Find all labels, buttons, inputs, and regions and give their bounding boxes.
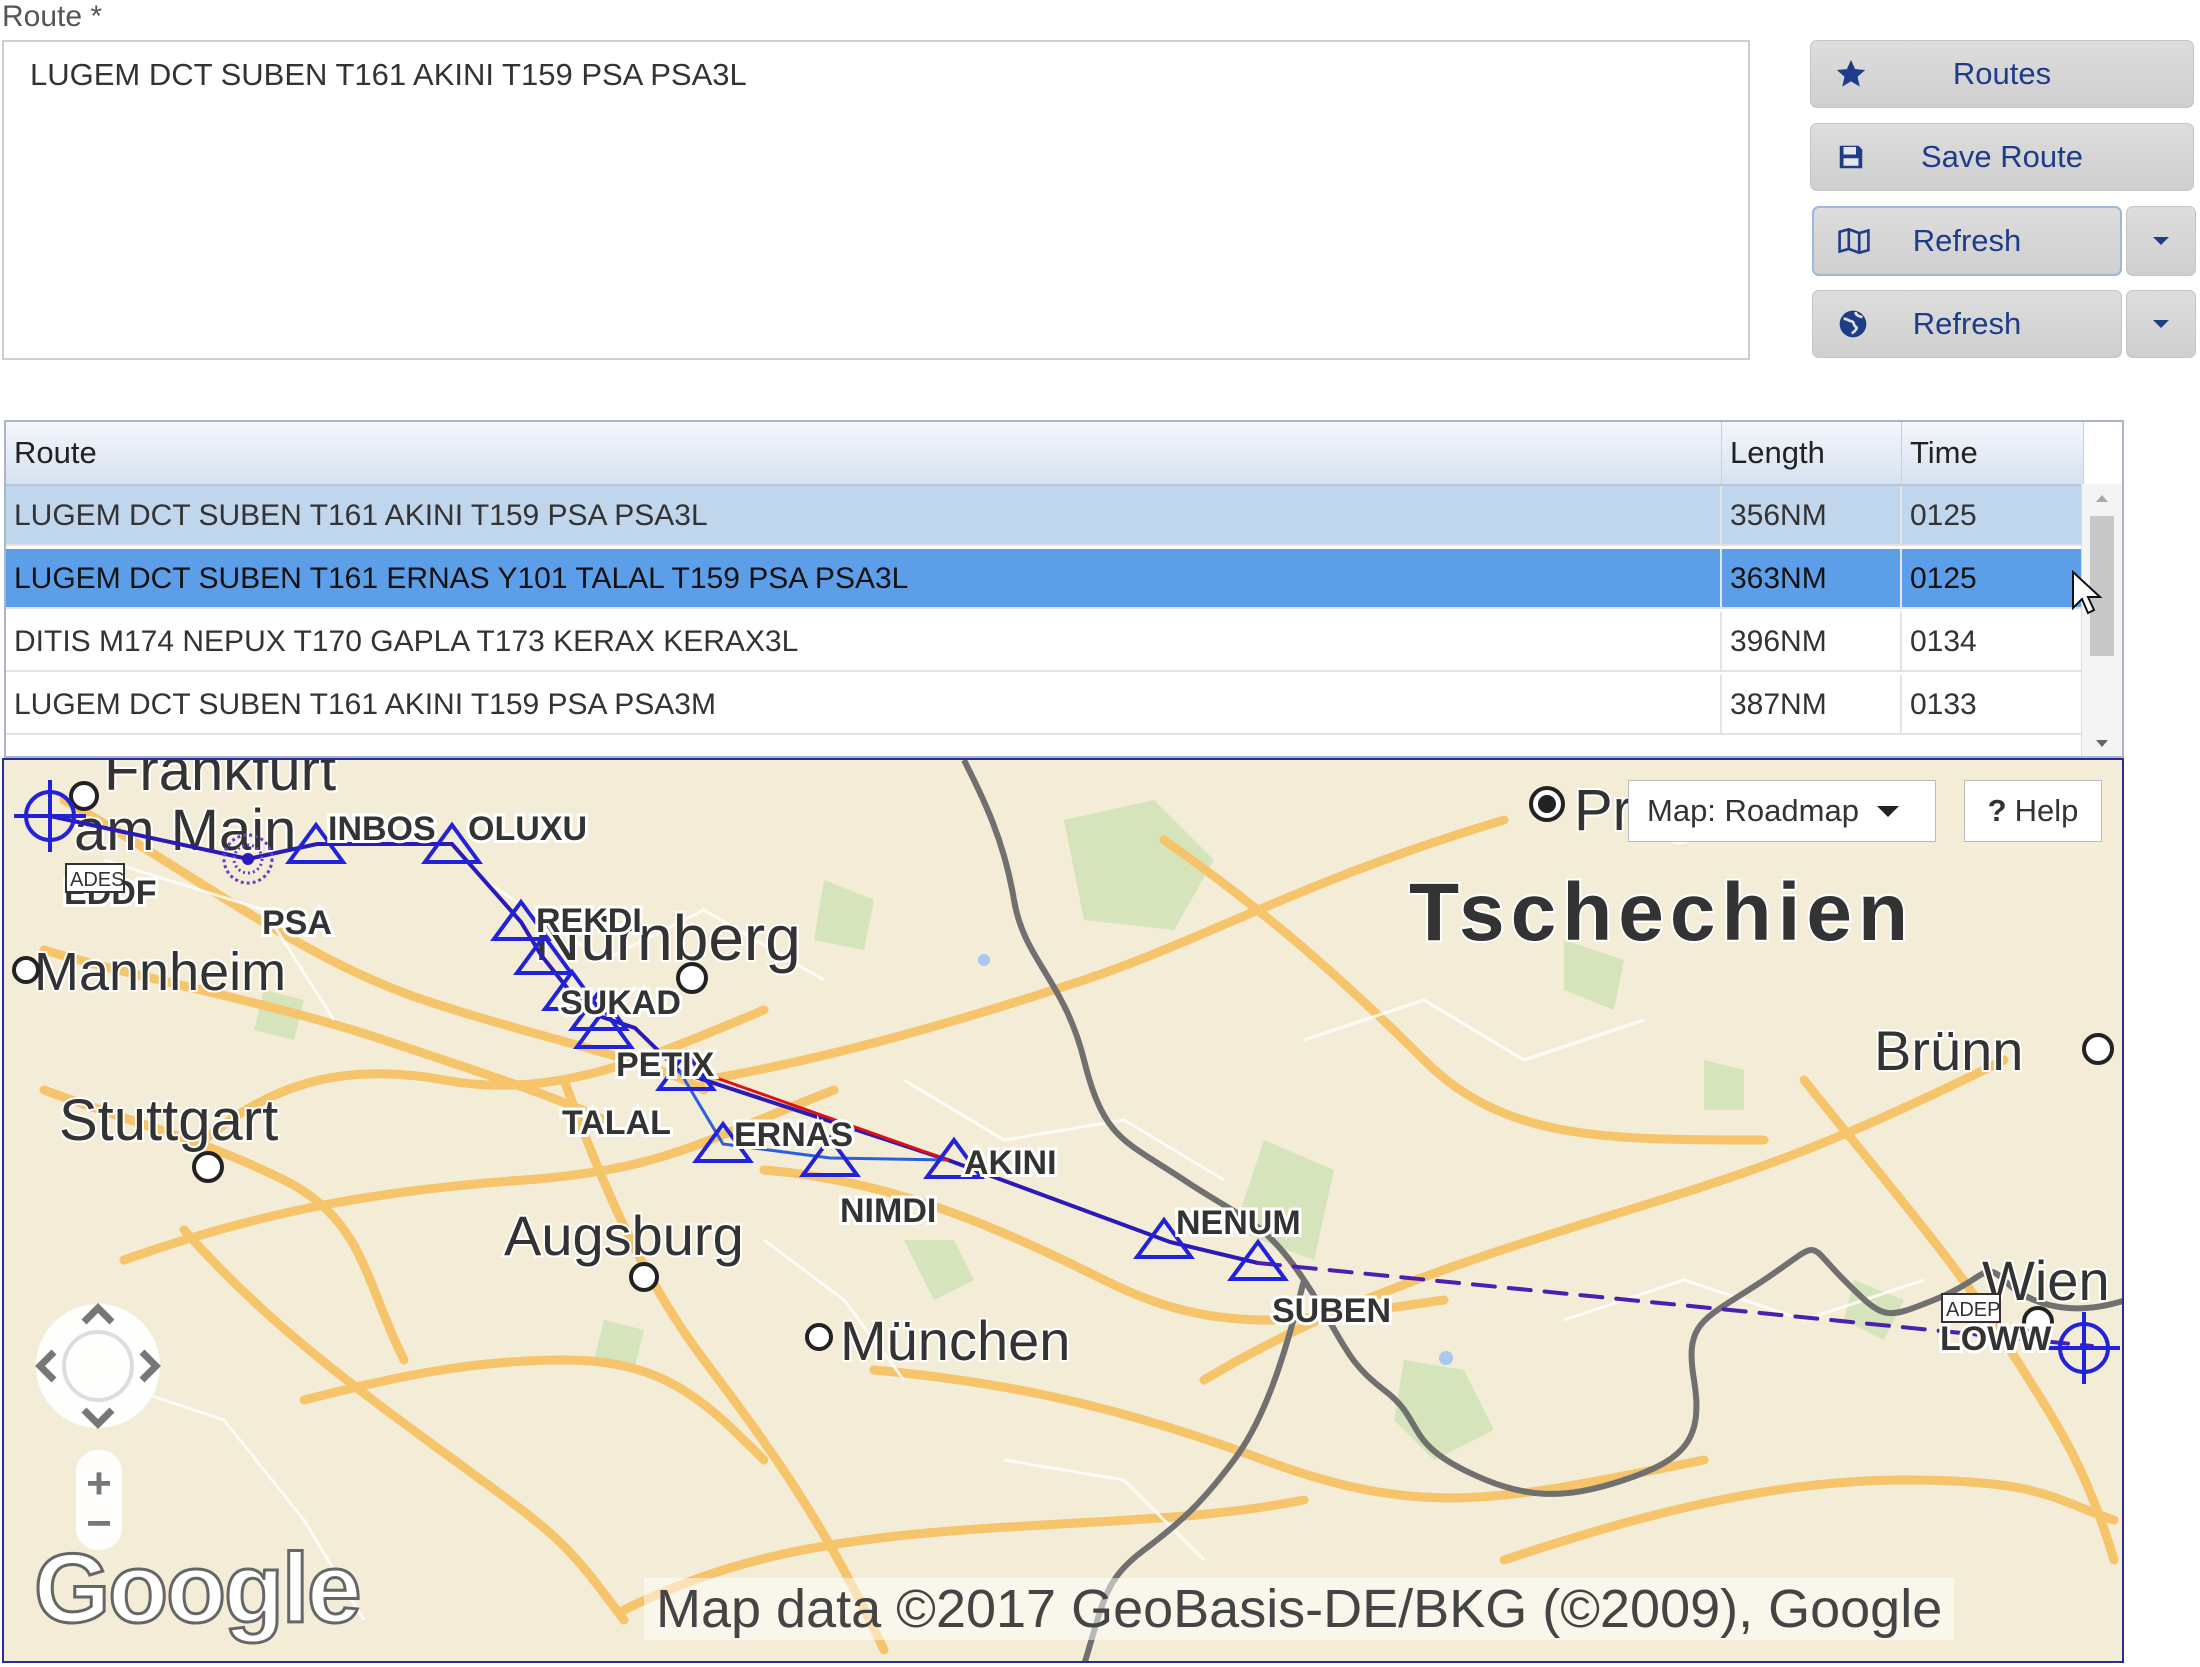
scroll-down-icon[interactable] — [2082, 734, 2122, 754]
grid-header: Route Length Time — [6, 422, 2084, 486]
time-cell: 0134 — [1902, 612, 2084, 670]
waypoint-label-nimdi: NIMDI — [840, 1192, 936, 1230]
help-button[interactable]: ? Help — [1964, 780, 2102, 842]
map-canvas[interactable]: Frankfurt am Main Mannheim Nürnberg Stut… — [4, 760, 2124, 1663]
waypoint-label-psa: PSA — [262, 904, 332, 942]
map-type-label: Map: Roadmap — [1647, 793, 1859, 828]
time-cell: 0125 — [1902, 486, 2084, 544]
route-cell: LUGEM DCT SUBEN T161 AKINI T159 PSA PSA3… — [6, 486, 1722, 544]
waypoint-label-loww: LOWW — [1940, 1320, 2052, 1358]
ades-badge: ADES — [65, 863, 125, 893]
help-icon: ? — [1987, 793, 2007, 828]
refresh-map-dropdown-button[interactable] — [2126, 206, 2196, 276]
waypoint-label-ernas: ERNAS — [734, 1116, 853, 1154]
column-header-length[interactable]: Length — [1722, 422, 1902, 484]
waypoint-label-oluxu: OLUXU — [468, 810, 587, 848]
city-label-frankfurt: Frankfurt — [104, 760, 336, 803]
adep-badge: ADEP — [1941, 1293, 2001, 1323]
help-button-label: Help — [2014, 793, 2079, 828]
route-cell: DITIS M174 NEPUX T170 GAPLA T173 KERAX K… — [6, 612, 1722, 670]
column-header-time[interactable]: Time — [1902, 422, 2084, 484]
waypoint-label-akini: AKINI — [964, 1144, 1057, 1182]
city-label-bruenn: Brünn — [1874, 1019, 2023, 1082]
route-cell: LUGEM DCT SUBEN T161 ERNAS Y101 TALAL T1… — [6, 549, 1722, 607]
route-cell: LUGEM DCT SUBEN T161 AKINI T159 PSA PSA3… — [6, 675, 1722, 733]
caret-down-icon — [2153, 237, 2169, 245]
country-label-tschechien: Tschechien — [1409, 867, 1914, 958]
caret-down-icon — [1876, 805, 1899, 817]
routes-grid: Route Length Time LUGEM DCT SUBEN T161 A… — [4, 420, 2124, 758]
refresh-globe-dropdown-button[interactable] — [2126, 290, 2196, 358]
time-cell: 0133 — [1902, 675, 2084, 733]
refresh-map-button-label: Refresh — [1912, 223, 2022, 258]
route-field-label: Route * — [2, 0, 103, 33]
pan-control[interactable] — [35, 1303, 161, 1429]
routes-button-label: Routes — [1952, 56, 2052, 91]
city-label-stuttgart: Stuttgart — [59, 1088, 278, 1153]
length-cell: 356NM — [1722, 486, 1902, 544]
waypoint-label-petix: PETIX — [616, 1046, 715, 1084]
city-label-augsburg: Augsburg — [504, 1204, 744, 1267]
refresh-map-button[interactable]: Refresh — [1812, 206, 2122, 276]
svg-text:ADES: ADES — [70, 869, 124, 891]
time-cell: 0125 — [1902, 549, 2084, 607]
city-label-muenchen: München — [840, 1309, 1070, 1372]
route-textarea[interactable]: LUGEM DCT SUBEN T161 AKINI T159 PSA PSA3… — [2, 40, 1750, 360]
map-type-dropdown[interactable]: Map: Roadmap — [1628, 780, 1936, 842]
svg-text:ADEP: ADEP — [1946, 1299, 2000, 1321]
table-row-selected[interactable]: LUGEM DCT SUBEN T161 ERNAS Y101 TALAL T1… — [6, 549, 2084, 609]
waypoint-label-sukad: SUKAD — [560, 984, 681, 1022]
caret-down-icon — [2153, 320, 2169, 328]
table-row[interactable]: LUGEM DCT SUBEN T161 AKINI T159 PSA PSA3… — [6, 675, 2084, 735]
waypoint-label-nenum: NENUM — [1176, 1204, 1301, 1242]
table-row-partial[interactable] — [6, 738, 2084, 756]
waypoint-label-suben: SUBEN — [1272, 1292, 1391, 1330]
grid-scrollbar[interactable] — [2081, 484, 2122, 756]
city-label-wien: Wien — [1982, 1249, 2110, 1312]
mouse-cursor-icon — [2072, 570, 2103, 615]
length-cell: 363NM — [1722, 549, 1902, 607]
refresh-globe-button[interactable]: Refresh — [1812, 290, 2122, 358]
length-cell: 387NM — [1722, 675, 1902, 733]
map-attribution: Map data ©2017 GeoBasis-DE/BKG (©2009), … — [644, 1578, 1955, 1640]
globe-icon — [1835, 306, 1871, 342]
route-map[interactable]: Frankfurt am Main Mannheim Nürnberg Stut… — [2, 758, 2124, 1663]
scroll-up-icon[interactable] — [2082, 488, 2122, 508]
table-row[interactable]: LUGEM DCT SUBEN T161 AKINI T159 PSA PSA3… — [6, 486, 2084, 546]
routes-button[interactable]: Routes — [1810, 40, 2194, 108]
table-row[interactable]: DITIS M174 NEPUX T170 GAPLA T173 KERAX K… — [6, 612, 2084, 672]
save-route-button[interactable]: Save Route — [1810, 123, 2194, 191]
column-header-route[interactable]: Route — [6, 422, 1722, 484]
save-route-button-label: Save Route — [1921, 139, 2083, 174]
google-logo: Google — [33, 1532, 364, 1645]
city-label-mannheim: Mannheim — [34, 942, 286, 1002]
floppy-disk-icon — [1833, 139, 1869, 175]
waypoint-label-rekdi: REKDI — [536, 902, 642, 940]
map-icon — [1836, 223, 1872, 259]
waypoint-label-inbos: INBOS — [328, 810, 436, 848]
waypoint-label-talal: TALAL — [562, 1104, 671, 1142]
star-icon — [1833, 56, 1869, 92]
refresh-globe-button-label: Refresh — [1912, 306, 2022, 341]
length-cell: 396NM — [1722, 612, 1902, 670]
